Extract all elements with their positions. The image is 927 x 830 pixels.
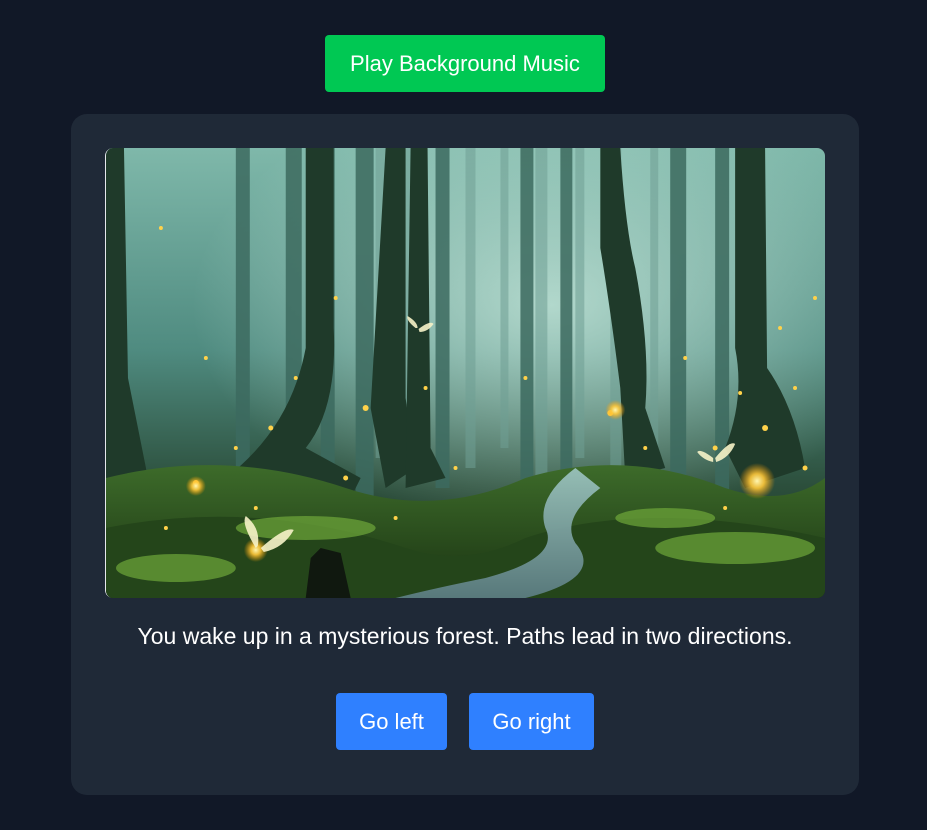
- story-text: You wake up in a mysterious forest. Path…: [137, 623, 793, 649]
- scene-card: You wake up in a mysterious forest. Path…: [71, 114, 859, 795]
- forest-image: [105, 148, 825, 598]
- game-page: Play Background Music You wake up in a m…: [0, 0, 927, 830]
- forest-illustration: [106, 148, 825, 598]
- go-right-button[interactable]: Go right: [469, 693, 594, 750]
- choice-buttons: Go left Go right: [71, 693, 859, 750]
- play-music-button[interactable]: Play Background Music: [325, 35, 605, 92]
- go-left-button[interactable]: Go left: [336, 693, 447, 750]
